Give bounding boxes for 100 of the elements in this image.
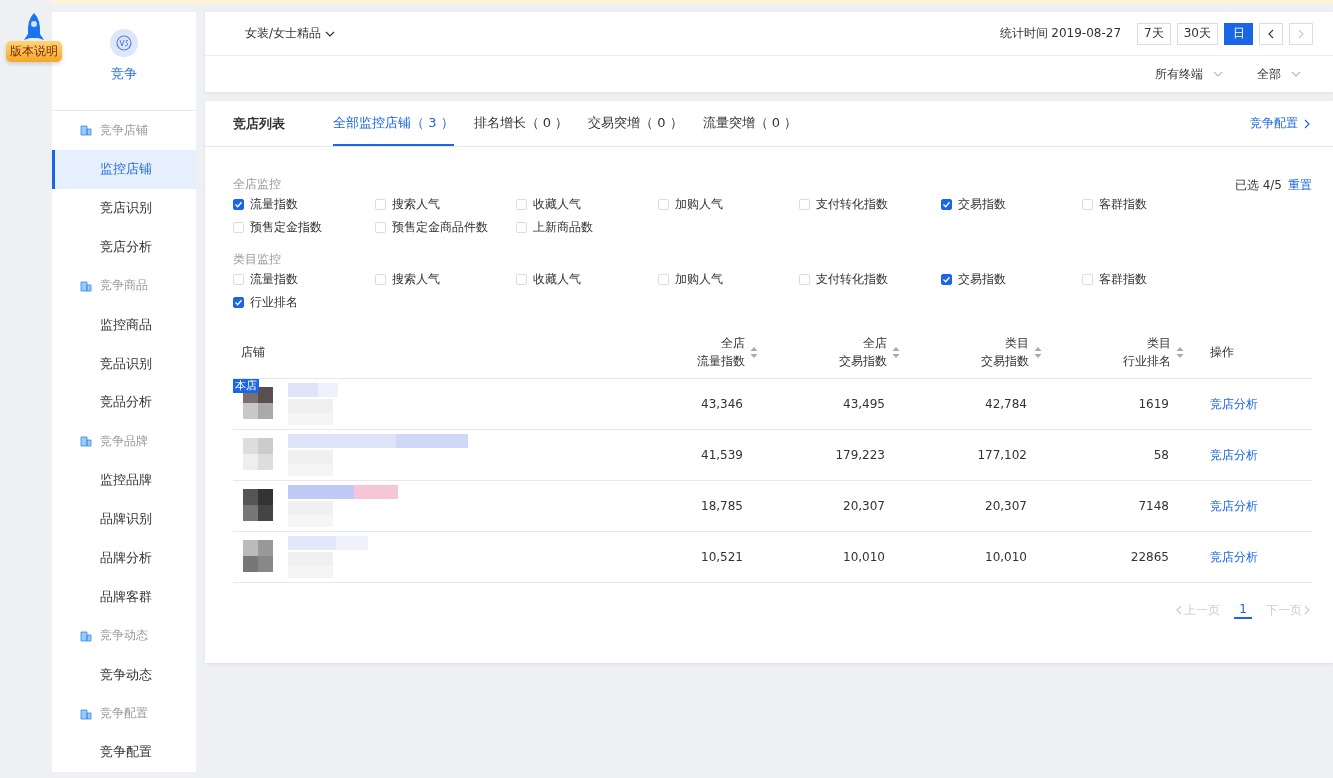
column-title: 全店 — [863, 335, 887, 352]
table-cell: 43,495 — [843, 397, 885, 411]
table-cell: 42,784 — [985, 397, 1027, 411]
table-cell: 1619 — [1138, 397, 1169, 411]
chevron-right-icon — [1302, 605, 1312, 615]
sidebar-item[interactable]: 品牌客群 — [52, 577, 196, 617]
table-cell: 7148 — [1138, 499, 1169, 513]
reset-link[interactable]: 重置 — [1288, 177, 1312, 194]
tab[interactable]: 排名增长（ 0 ） — [473, 101, 569, 146]
option-label: 客群指数 — [1099, 271, 1147, 288]
table-cell: 10,521 — [701, 550, 743, 564]
section-heading: 竞争动态 — [100, 627, 148, 645]
chevron-right-icon — [1302, 118, 1312, 129]
table-cell: 10,010 — [843, 550, 885, 564]
column-title: 行业排名 — [1123, 353, 1171, 370]
sort-icon[interactable] — [750, 345, 758, 359]
table-cell: 177,102 — [977, 448, 1027, 462]
analysis-link[interactable]: 竞店分析 — [1210, 548, 1258, 566]
range-button[interactable]: 日 — [1224, 22, 1253, 45]
column-title: 全店 — [721, 335, 745, 352]
chevron-down-icon — [1291, 69, 1301, 79]
analysis-link[interactable]: 竞店分析 — [1210, 395, 1258, 413]
table-cell: 43,346 — [701, 397, 743, 411]
option-label: 加购人气 — [674, 271, 723, 288]
building-icon — [80, 707, 92, 720]
section-heading: 竞争店铺 — [100, 121, 148, 139]
sort-icon[interactable] — [1176, 345, 1184, 359]
tab[interactable]: 交易突增（ 0 ） — [588, 101, 683, 146]
building-icon — [80, 124, 92, 137]
own-store-badge: 本店 — [233, 379, 259, 393]
checkbox[interactable] — [233, 297, 244, 308]
option-label: 客群指数 — [1099, 196, 1147, 213]
tab[interactable]: 流量突增（ 0 ） — [702, 101, 798, 146]
sidebar-item[interactable]: 竞店分析 — [52, 227, 196, 267]
sidebar-item[interactable]: 竞争动态 — [52, 655, 196, 695]
sidebar-item[interactable]: 竞店识别 — [52, 188, 196, 228]
table-cell: 58 — [1153, 448, 1169, 462]
sidebar-item[interactable]: 竞争配置 — [52, 733, 196, 772]
option-label: 搜索人气 — [391, 271, 440, 288]
table-cell: 20,307 — [985, 499, 1027, 513]
tab[interactable]: 全部监控店铺（ 3 ） — [333, 101, 454, 146]
filter-dropdown[interactable]: 所有终端 — [1155, 65, 1223, 83]
option-label: 预售定金指数 — [250, 219, 322, 236]
column-title: 操作 — [1210, 343, 1234, 361]
section-heading: 竞争配置 — [100, 705, 148, 723]
option-label: 支付转化指数 — [816, 271, 888, 288]
table-cell: 18,785 — [701, 499, 743, 513]
option-label: 收藏人气 — [533, 271, 581, 288]
category-dropdown[interactable]: 女装/女士精品 — [245, 25, 336, 42]
sidebar-item[interactable]: 监控商品 — [52, 305, 196, 345]
sidebar-item[interactable]: 竞品识别 — [52, 344, 196, 383]
checkbox[interactable] — [940, 274, 952, 285]
column-title: 店铺 — [241, 343, 265, 361]
version-badge[interactable]: 版本说明 — [6, 41, 62, 62]
section-heading: 竞争商品 — [100, 277, 148, 295]
column-title: 类目 — [1147, 335, 1171, 352]
checkbox[interactable] — [233, 199, 244, 210]
filter-dropdown[interactable]: 全部 — [1257, 65, 1301, 83]
chevron-right-icon — [1296, 28, 1306, 39]
previous-button[interactable] — [1259, 22, 1283, 45]
option-label: 加购人气 — [674, 196, 723, 213]
list-title: 竞店列表 — [233, 114, 285, 133]
table-cell: 22865 — [1130, 550, 1169, 564]
vs-icon — [110, 29, 138, 57]
checkbox[interactable] — [940, 199, 952, 210]
column-title: 流量指数 — [697, 353, 745, 370]
sidebar-item[interactable]: 品牌识别 — [52, 499, 196, 539]
option-label: 行业排名 — [250, 294, 298, 311]
column-title: 交易指数 — [981, 353, 1029, 370]
option-label: 交易指数 — [957, 196, 1006, 213]
page-number[interactable]: 1 — [1234, 601, 1252, 619]
chevron-down-icon — [1213, 69, 1223, 79]
table-cell: 41,539 — [701, 448, 743, 462]
sidebar-item[interactable]: 竞品分析 — [52, 383, 196, 422]
column-title: 交易指数 — [839, 353, 887, 370]
column-title: 类目 — [1005, 335, 1029, 352]
sort-icon[interactable] — [1034, 345, 1042, 359]
chevron-left-icon — [1266, 28, 1276, 39]
range-button[interactable]: 7天 — [1137, 22, 1171, 45]
sidebar-item[interactable]: 监控店铺 — [52, 149, 196, 189]
option-label: 交易指数 — [957, 271, 1006, 288]
table-cell: 10,010 — [985, 550, 1027, 564]
option-label: 预售定金商品件数 — [391, 219, 488, 236]
config-link[interactable]: 竞争配置 — [1250, 115, 1312, 132]
stat-time: 统计时间 2019-08-27 — [999, 25, 1122, 42]
analysis-link[interactable]: 竞店分析 — [1210, 446, 1258, 464]
option-label: 上新商品数 — [533, 219, 593, 236]
building-icon — [80, 279, 92, 292]
option-label: 支付转化指数 — [816, 196, 888, 213]
sidebar-item[interactable]: 监控品牌 — [52, 460, 196, 500]
option-label: 搜索人气 — [391, 196, 440, 213]
building-icon — [80, 435, 92, 448]
building-icon — [80, 629, 92, 642]
sort-icon[interactable] — [892, 345, 900, 359]
table-cell: 179,223 — [835, 448, 885, 462]
section-heading: 竞争品牌 — [100, 432, 148, 450]
sidebar-title: 竞争 — [111, 65, 137, 83]
sidebar-item[interactable]: 品牌分析 — [52, 538, 196, 578]
analysis-link[interactable]: 竞店分析 — [1210, 497, 1258, 515]
range-button[interactable]: 30天 — [1176, 22, 1218, 45]
